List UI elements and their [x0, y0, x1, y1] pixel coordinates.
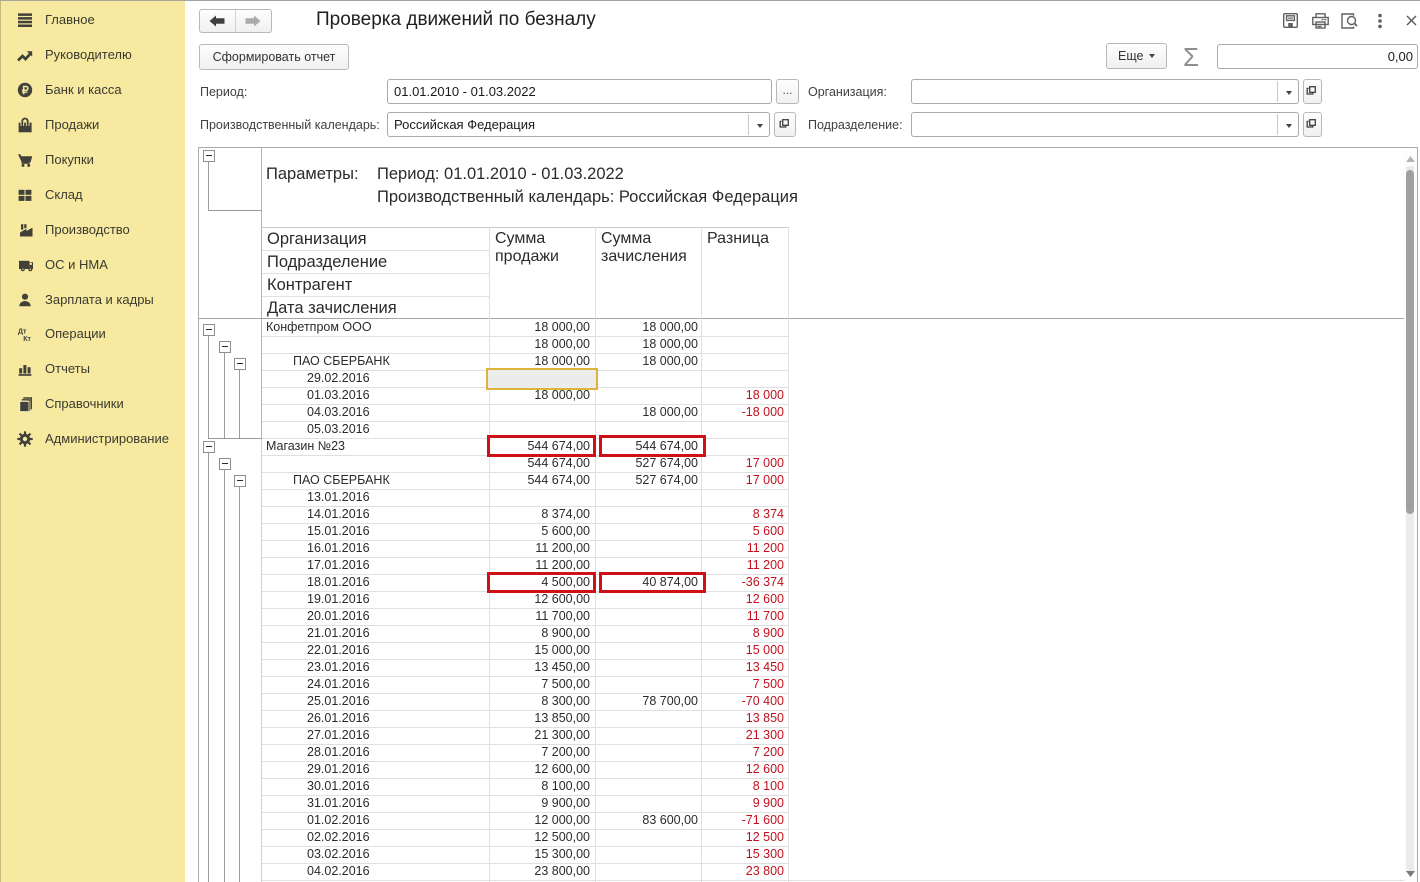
svg-text:Дт: Дт [18, 329, 27, 336]
svg-text:Кт: Кт [23, 336, 31, 342]
svg-text:₽: ₽ [22, 85, 29, 97]
